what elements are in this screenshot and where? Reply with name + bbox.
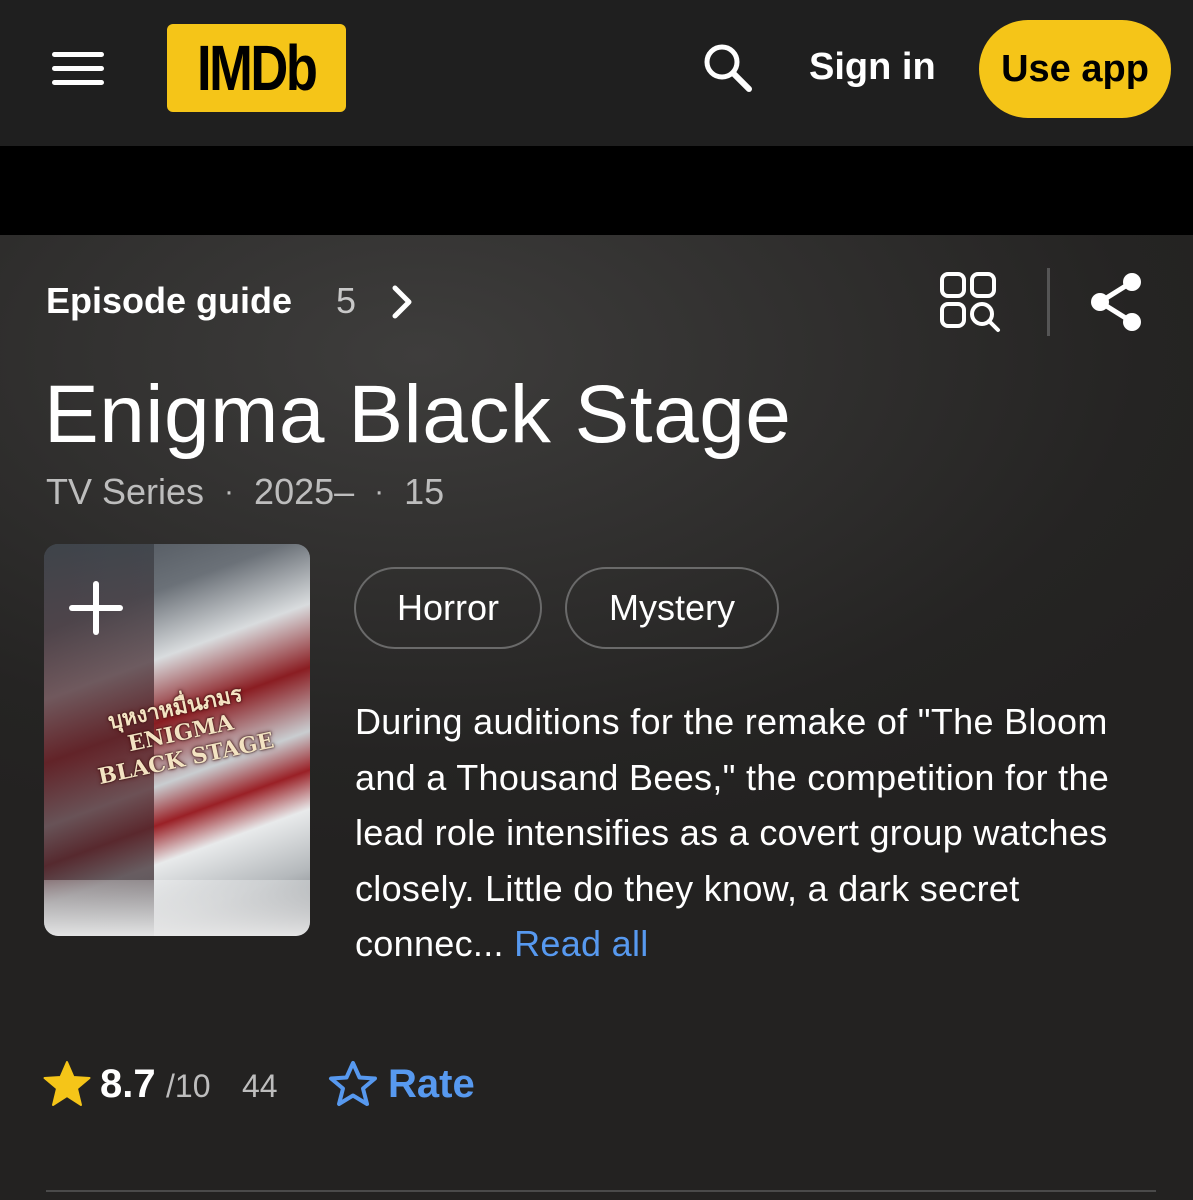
meta-separator: · (224, 475, 235, 508)
ad-banner-area (0, 146, 1193, 235)
imdb-rating-value: 8.7 (100, 1062, 156, 1106)
page-title: Enigma Black Stage (44, 369, 792, 460)
title-metadata: TV Series · 2025– · 15 (46, 470, 444, 514)
imdb-logo-text: IMDb (197, 32, 318, 104)
title-poster[interactable]: บุหงาหมื่นภมร ENIGMA BLACK STAGE (44, 544, 310, 936)
rate-button[interactable]: Rate (328, 1056, 475, 1112)
plot-summary: During auditions for the remake of "The … (355, 694, 1175, 972)
certificate-rating[interactable]: 15 (404, 470, 444, 514)
read-all-link[interactable]: Read all (514, 923, 648, 964)
top-nav-bar: IMDb Sign in Use app (0, 0, 1193, 146)
release-years[interactable]: 2025– (254, 470, 354, 514)
episode-count[interactable]: 5 (336, 280, 356, 322)
genre-chip-mystery[interactable]: Mystery (565, 567, 779, 649)
share-icon[interactable] (1086, 270, 1146, 334)
add-to-watchlist-plus-icon[interactable] (56, 568, 136, 648)
meta-separator: · (374, 475, 385, 508)
star-filled-icon (42, 1060, 92, 1108)
rating-vote-count: 44 (242, 1068, 278, 1104)
sign-in-link[interactable]: Sign in (809, 44, 936, 90)
plot-text: During auditions for the remake of "The … (355, 701, 1110, 964)
rate-label: Rate (388, 1062, 475, 1106)
poster-footer-band (44, 880, 310, 936)
hamburger-menu-icon[interactable] (50, 50, 106, 90)
genre-chip-horror[interactable]: Horror (354, 567, 542, 649)
search-icon[interactable] (700, 40, 756, 96)
imdb-rating-max: /10 (166, 1068, 211, 1104)
use-app-button[interactable]: Use app (979, 20, 1171, 118)
episode-guide-link[interactable]: Episode guide (46, 280, 292, 322)
header-divider (1047, 268, 1050, 336)
star-outline-icon (329, 1061, 377, 1106)
section-divider (46, 1190, 1156, 1192)
chevron-right-icon[interactable] (385, 282, 419, 322)
grid-search-icon[interactable] (938, 270, 1002, 334)
imdb-logo[interactable]: IMDb (167, 24, 346, 112)
title-type[interactable]: TV Series (46, 470, 204, 514)
